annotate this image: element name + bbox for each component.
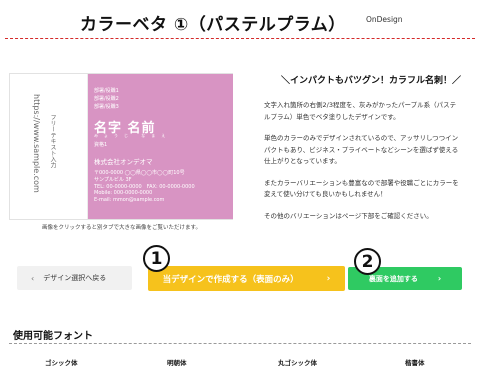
card-email: E-mail: mmon@sample.com: [94, 197, 165, 203]
card-front-side: 部署/役職1 部署/役職2 部署/役職3 名字 名前 みょうじ なまえ 資格1 …: [88, 74, 233, 219]
card-url-text: https://www.sample.com: [32, 94, 41, 193]
card-tel-fax: TEL: 00-0000-0000 FAX: 00-0000-0000: [94, 184, 195, 190]
card-dept-2: 部署/役職2: [94, 96, 119, 102]
card-dept-3: 部署/役職3: [94, 104, 119, 110]
chevron-right-icon: ›: [326, 273, 331, 284]
card-preview-caption: 画像をクリックすると別タブで大きな画像をご覧いただけます。: [42, 225, 201, 231]
card-address-1: 〒000-0000 ◯◯県◯◯市◯◯町10号: [94, 170, 185, 176]
create-button-label: 当デザインで作成する（表面のみ）: [162, 274, 299, 285]
business-card-preview[interactable]: https://www.sample.com フリーテキスト入力 部署/役職1 …: [9, 73, 233, 220]
description-body: 文字入れ箇所の右側2/3程度を、灰みがかったパープル系（パステルプラム）単色でベ…: [264, 100, 462, 222]
back-to-design-select-button[interactable]: ‹ デザイン選択へ戻る: [17, 266, 132, 290]
description-catchphrase: ＼インパクトもバツグン！カラフル名刺！／: [281, 76, 462, 86]
brand-name: OnDesign: [366, 15, 403, 24]
available-fonts-heading: 使用可能フォント: [13, 331, 93, 342]
fonts-divider: [9, 343, 471, 344]
add-back-button-label: 裏面を追加する: [368, 274, 418, 283]
card-address-2: サンプルビル 3F: [94, 177, 132, 183]
create-with-design-button[interactable]: 当デザインで作成する（表面のみ） ›: [148, 266, 345, 291]
page-title: カラーベタ ①（パステルプラム）: [80, 15, 346, 35]
font-option-mincho: 明朝体: [167, 359, 187, 366]
page-header: カラーベタ ①（パステルプラム） OnDesign: [0, 0, 480, 40]
font-option-gothic: ゴシック体: [45, 359, 78, 366]
step-badge-2: 2: [354, 248, 381, 275]
card-back-side: https://www.sample.com フリーテキスト入力: [10, 74, 88, 219]
chevron-left-icon: ‹: [31, 273, 35, 283]
description-paragraph: その他のバリエーションはページ下部をご確認ください。: [264, 211, 433, 220]
description-paragraph: またカラーバリエーションも豊富なので部署や役職ごとにカラーを変えて使い分けても良…: [264, 178, 459, 199]
chevron-right-icon: ›: [437, 274, 442, 283]
description-paragraph: 単色のカラーのみでデザインされているので、アッサリしつつインパクトもあり、ビジネ…: [264, 134, 459, 165]
card-company: 株式会社オンデオマ: [94, 158, 153, 166]
card-dept-1: 部署/役職1: [94, 88, 119, 94]
back-button-label: デザイン選択へ戻る: [43, 274, 107, 282]
font-option-maru-gothic: 丸ゴシック体: [278, 359, 317, 366]
card-name-reading: みょうじ なまえ: [94, 133, 172, 138]
card-mobile: Mobile: 000-0000-0000: [94, 190, 153, 196]
font-option-kaisho: 楷書体: [405, 359, 425, 366]
step-badge-1: 1: [143, 245, 170, 272]
card-free-text: フリーテキスト入力: [49, 114, 56, 168]
header-divider: [5, 38, 475, 39]
card-qualification: 資格1: [94, 142, 108, 148]
description-paragraph: 文字入れ箇所の右側2/3程度を、灰みがかったパープル系（パステルプラム）単色でベ…: [264, 101, 457, 121]
